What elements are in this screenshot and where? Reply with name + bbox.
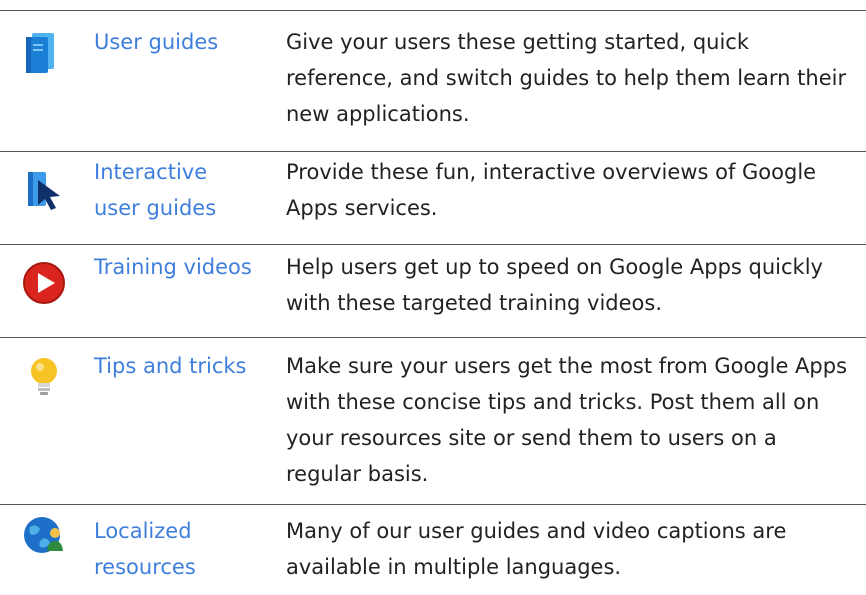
training-videos-link[interactable]: Training videos: [94, 249, 254, 285]
user-guides-link[interactable]: User guides: [94, 24, 254, 60]
user-guide-book-icon: [22, 31, 66, 75]
table-row-interactive-user-guides: Interactive user guides Provide these fu…: [0, 152, 866, 244]
tips-and-tricks-link[interactable]: Tips and tricks: [94, 348, 254, 384]
globe-person-icon: [22, 513, 66, 557]
table-row-tips-and-tricks: Tips and tricks Make sure your users get…: [0, 338, 866, 504]
user-guides-description: Give your users these getting started, q…: [286, 30, 847, 126]
tips-and-tricks-description: Make sure your users get the most from G…: [286, 354, 848, 486]
table-row-localized-resources: Localized resources Many of our user gui…: [0, 505, 866, 595]
play-video-icon: [22, 261, 66, 305]
interactive-user-guides-link[interactable]: Interactive user guides: [94, 154, 254, 226]
localized-resources-link[interactable]: Localized resources: [94, 513, 254, 585]
localized-resources-description: Many of our user guides and video captio…: [286, 519, 787, 579]
table-row-user-guides: User guides Give your users these gettin…: [0, 11, 866, 151]
training-videos-description: Help users get up to speed on Google App…: [286, 255, 823, 315]
lightbulb-icon: [22, 354, 66, 398]
table-row-training-videos: Training videos Help users get up to spe…: [0, 245, 866, 337]
interactive-guide-cursor-icon: [22, 170, 66, 214]
interactive-user-guides-description: Provide these fun, interactive overviews…: [286, 160, 817, 220]
